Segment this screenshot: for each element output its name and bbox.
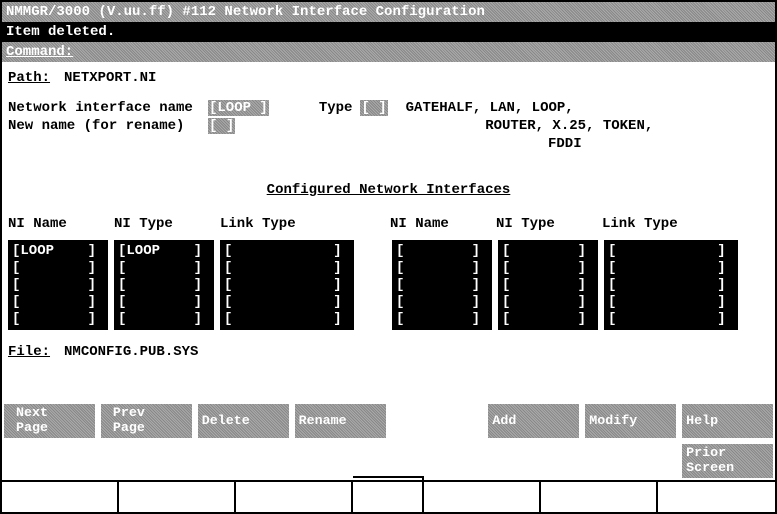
hdr-link-type-1: Link Type bbox=[220, 216, 390, 232]
table-cell[interactable] bbox=[608, 260, 734, 276]
table-cell[interactable] bbox=[118, 294, 210, 310]
status-strip bbox=[2, 480, 775, 512]
table-cell[interactable] bbox=[118, 260, 210, 276]
table-cell[interactable] bbox=[12, 311, 104, 327]
table-cell[interactable] bbox=[608, 243, 734, 259]
table-body: LOOP LOOP bbox=[8, 240, 769, 330]
softkey-prev-page[interactable]: Prev Page bbox=[101, 404, 192, 438]
title-bar: NMMGR/3000 (V.uu.ff) #112 Network Interf… bbox=[2, 2, 775, 22]
table-cell[interactable] bbox=[396, 260, 488, 276]
hdr-ni-name-2: NI Name bbox=[390, 216, 496, 232]
hdr-ni-name-1: NI Name bbox=[8, 216, 114, 232]
path-value: NETXPORT.NI bbox=[64, 70, 156, 86]
softkey-add[interactable]: Add bbox=[488, 404, 579, 438]
command-label: Command: bbox=[6, 44, 73, 60]
file-row: File: NMCONFIG.PUB.SYS bbox=[8, 344, 769, 360]
type-help-3: FDDI bbox=[548, 136, 582, 152]
softkey-next-page[interactable]: Next Page bbox=[4, 404, 95, 438]
table-cell[interactable] bbox=[224, 311, 350, 327]
table-cell[interactable] bbox=[224, 277, 350, 293]
table-cell[interactable] bbox=[608, 311, 734, 327]
command-bar[interactable]: Command: bbox=[2, 42, 775, 62]
message-text: Item deleted. bbox=[6, 24, 115, 40]
table-cell[interactable] bbox=[396, 311, 488, 327]
file-label: File: bbox=[8, 344, 50, 360]
table-cell[interactable] bbox=[608, 294, 734, 310]
softkey-help[interactable]: Help bbox=[682, 404, 773, 438]
softkey-delete[interactable]: Delete bbox=[198, 404, 289, 438]
file-value: NMCONFIG.PUB.SYS bbox=[64, 344, 198, 360]
softkey-bar: Next Page Prev Page Delete Rename Add Mo… bbox=[4, 404, 773, 478]
type-help-row3: FDDI bbox=[8, 136, 769, 152]
table-cell[interactable]: LOOP bbox=[12, 243, 104, 259]
table-cell[interactable]: LOOP bbox=[118, 243, 210, 259]
col-ni-name-1: LOOP bbox=[8, 240, 108, 330]
ni-name-row: Network interface name LOOP Type GATEHAL… bbox=[8, 100, 769, 116]
type-help-1: GATEHALF, LAN, LOOP, bbox=[406, 100, 574, 116]
type-label: Type bbox=[319, 100, 353, 116]
softkey-rename[interactable]: Rename bbox=[295, 404, 386, 438]
new-name-row: New name (for rename) ROUTER, X.25, TOKE… bbox=[8, 118, 769, 134]
table-cell[interactable] bbox=[502, 294, 594, 310]
path-label: Path: bbox=[8, 70, 50, 86]
path-row: Path: NETXPORT.NI bbox=[8, 70, 769, 86]
col-ni-type-2 bbox=[498, 240, 598, 330]
table-cell[interactable] bbox=[396, 277, 488, 293]
type-help-2: ROUTER, X.25, TOKEN, bbox=[485, 118, 653, 134]
table-cell[interactable] bbox=[502, 243, 594, 259]
table-headers: NI Name NI Type Link Type NI Name NI Typ… bbox=[8, 216, 769, 232]
table-cell[interactable] bbox=[12, 277, 104, 293]
new-name-label: New name (for rename) bbox=[8, 118, 208, 134]
hdr-ni-type-2: NI Type bbox=[496, 216, 602, 232]
table-cell[interactable] bbox=[224, 243, 350, 259]
table-cell[interactable] bbox=[12, 260, 104, 276]
new-name-input[interactable] bbox=[208, 118, 235, 134]
table-cell[interactable] bbox=[502, 277, 594, 293]
table-cell[interactable] bbox=[118, 311, 210, 327]
softkey-modify[interactable]: Modify bbox=[585, 404, 676, 438]
hdr-link-type-2: Link Type bbox=[602, 216, 742, 232]
col-ni-type-1: LOOP bbox=[114, 240, 214, 330]
table-cell[interactable] bbox=[118, 277, 210, 293]
table-cell[interactable] bbox=[396, 294, 488, 310]
message-bar: Item deleted. bbox=[2, 22, 775, 42]
title-text: NMMGR/3000 (V.uu.ff) #112 Network Interf… bbox=[6, 4, 485, 20]
softkey-prior-screen[interactable]: Prior Screen bbox=[682, 444, 773, 478]
content-area: Path: NETXPORT.NI Network interface name… bbox=[2, 62, 775, 366]
type-input[interactable] bbox=[360, 100, 387, 116]
col-link-type-2 bbox=[604, 240, 738, 330]
table-cell[interactable] bbox=[502, 260, 594, 276]
table-cell[interactable] bbox=[224, 294, 350, 310]
table-cell[interactable] bbox=[224, 260, 350, 276]
hdr-ni-type-1: NI Type bbox=[114, 216, 220, 232]
section-title: Configured Network Interfaces bbox=[8, 182, 769, 198]
col-ni-name-2 bbox=[392, 240, 492, 330]
ni-name-input[interactable]: LOOP bbox=[208, 100, 269, 116]
table-cell[interactable] bbox=[396, 243, 488, 259]
ni-name-label: Network interface name bbox=[8, 100, 208, 116]
col-link-type-1 bbox=[220, 240, 354, 330]
table-cell[interactable] bbox=[608, 277, 734, 293]
table-cell[interactable] bbox=[502, 311, 594, 327]
table-cell[interactable] bbox=[12, 294, 104, 310]
